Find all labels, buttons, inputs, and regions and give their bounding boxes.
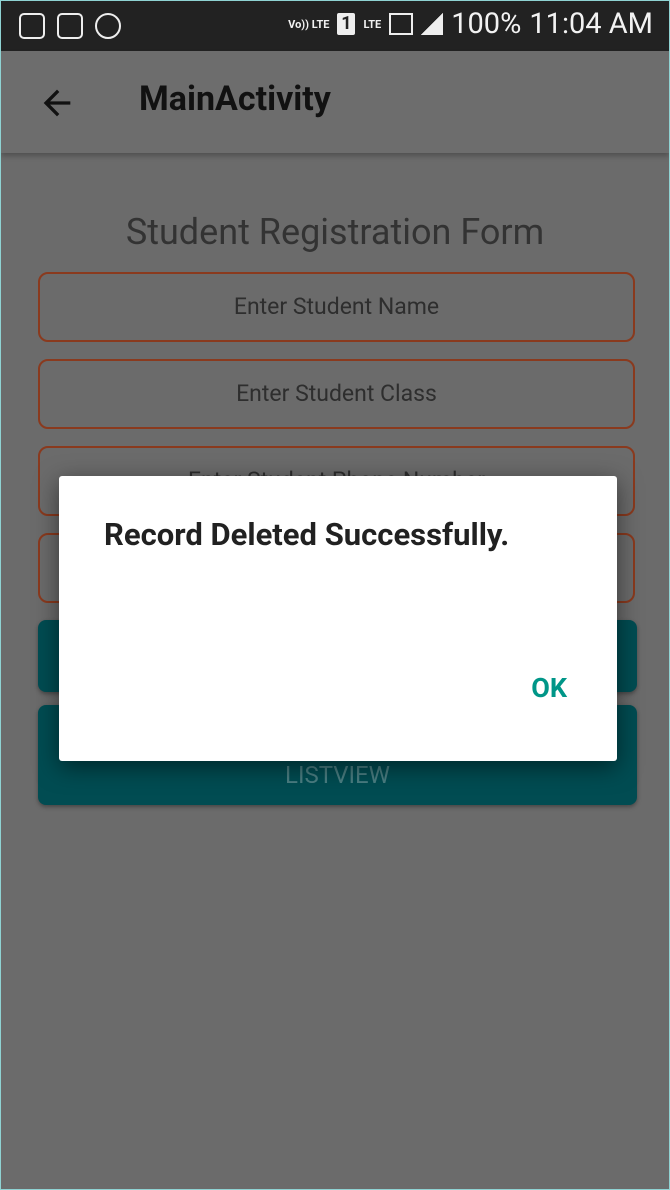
signal-strength-icon [421, 13, 444, 35]
gallery-icon [57, 13, 83, 39]
notification-icons [19, 13, 121, 39]
alert-dialog: Record Deleted Successfully. OK [59, 476, 617, 761]
app-title: MainActivity [139, 79, 331, 119]
status-bar: Vo)) LTE 1 LTE 100% 11:04 AM [1, 1, 669, 51]
system-indicators: Vo)) LTE 1 LTE 100% 11:04 AM [288, 7, 653, 41]
app-bar: MainActivity [1, 51, 669, 153]
app-screen: Vo)) LTE 1 LTE 100% 11:04 AM MainActivit… [0, 0, 670, 1190]
whatsapp-icon [95, 13, 121, 39]
ok-button[interactable]: OK [531, 672, 567, 704]
form-title: Student Registration Form [125, 211, 545, 253]
hike-icon [19, 13, 45, 39]
battery-percent: 100% [451, 7, 522, 41]
volte-label: Vo)) LTE [288, 17, 330, 31]
listview-button-label: LISTVIEW [285, 761, 390, 789]
student-name-input[interactable]: Enter Student Name [38, 272, 635, 342]
signal-icon [389, 13, 414, 35]
back-arrow-icon[interactable] [37, 83, 77, 123]
student-class-input[interactable]: Enter Student Class [38, 359, 635, 429]
time: 11:04 AM [529, 7, 653, 41]
dialog-message: Record Deleted Successfully. [104, 516, 510, 553]
sim-indicator: 1 [337, 13, 356, 35]
lte-label: LTE [363, 17, 382, 31]
